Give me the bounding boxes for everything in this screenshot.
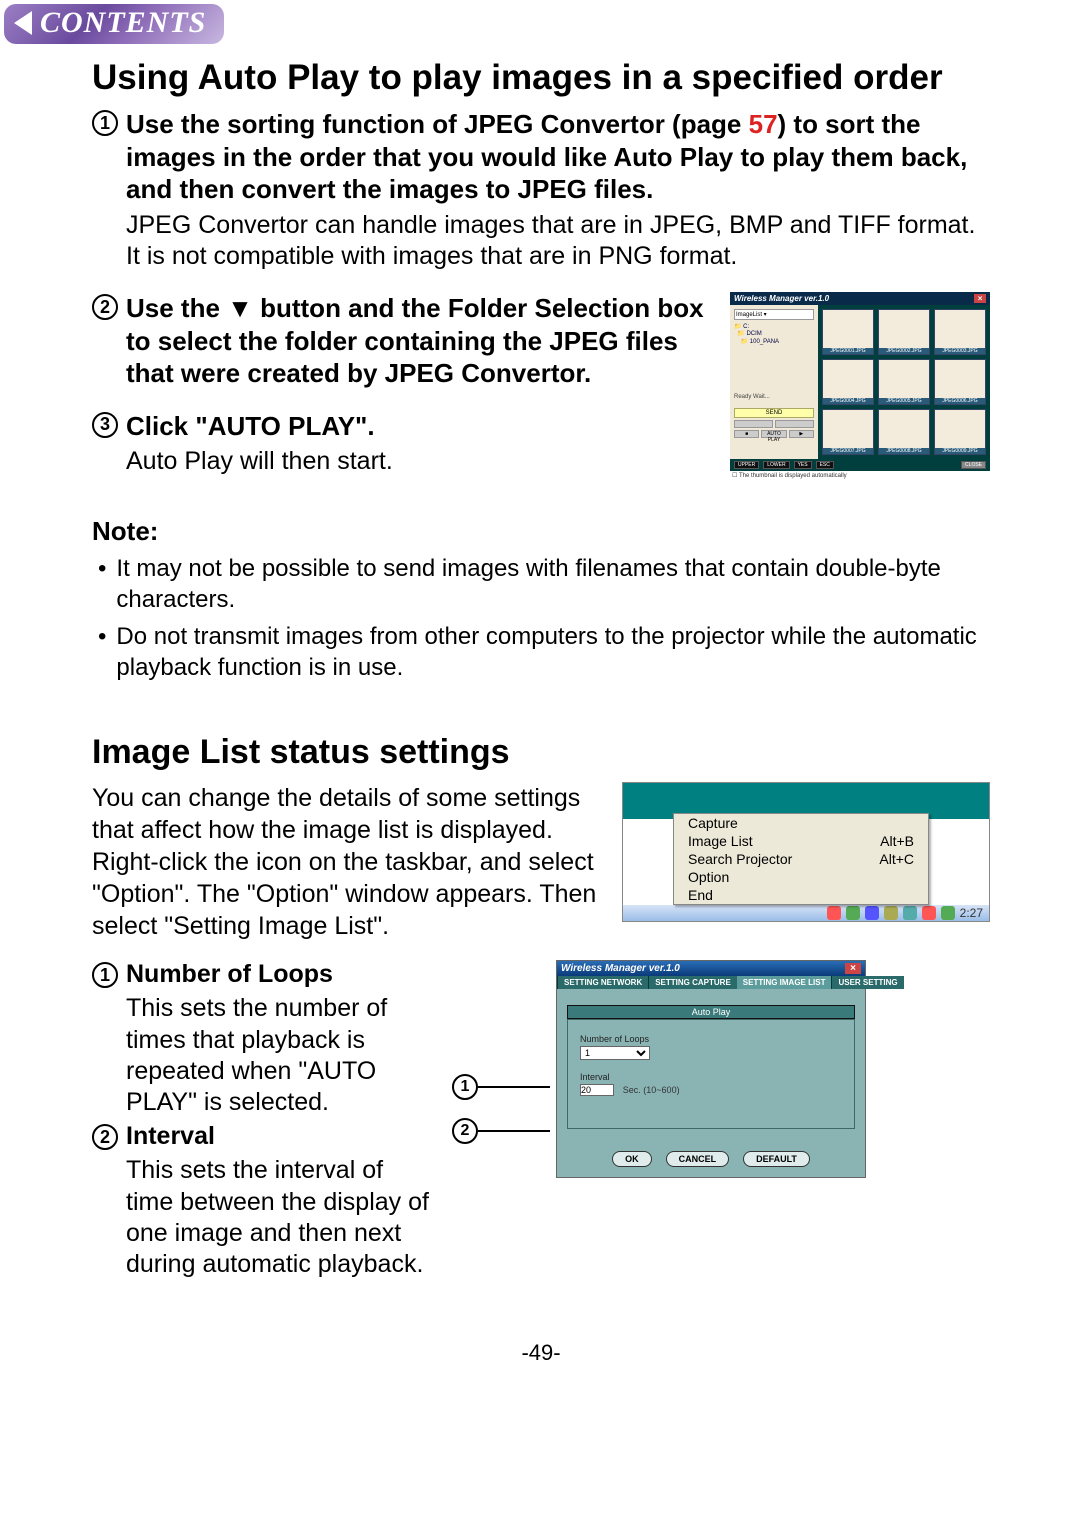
- shot1-yes-button[interactable]: YES: [794, 461, 812, 469]
- step-1-bold: Use the sorting function of JPEG Convert…: [126, 108, 990, 206]
- interval-input[interactable]: [580, 1084, 614, 1096]
- step-1-body: JPEG Convertor can handle images that ar…: [126, 210, 990, 273]
- heading-autoplay: Using Auto Play to play images in a spec…: [92, 58, 990, 98]
- shot3-tabs: SETTING NETWORK SETTING CAPTURE SETTING …: [557, 976, 865, 989]
- contents-banner[interactable]: CONTENTS: [4, 4, 224, 44]
- menu-option[interactable]: Option: [674, 868, 928, 886]
- shot1-closebtn[interactable]: CLOSE: [961, 461, 986, 469]
- callout-1: 1: [452, 1074, 478, 1100]
- note-2: Do not transmit images from other comput…: [116, 621, 990, 683]
- interval-label: Interval: [580, 1072, 842, 1082]
- step-3-body: Auto Play will then start.: [126, 446, 710, 477]
- step-1: 1 Use the sorting function of JPEG Conve…: [92, 108, 990, 272]
- taskbar-tray: 2:27: [623, 905, 989, 921]
- tray-clock: 2:27: [960, 906, 983, 920]
- sub-1: 1 Number of Loops This sets the number o…: [92, 960, 432, 1118]
- tray-icon[interactable]: [865, 906, 879, 920]
- shot1-thumbnail-grid: [818, 305, 990, 459]
- shot1-send-button[interactable]: SEND: [734, 408, 814, 418]
- step-3: 3 Click "AUTO PLAY". Auto Play will then…: [92, 410, 710, 478]
- contents-label: CONTENTS: [40, 6, 206, 40]
- shot1-play-button[interactable]: ▶: [789, 430, 814, 438]
- thumb[interactable]: [822, 409, 874, 455]
- sub-2-head: Interval: [126, 1122, 432, 1151]
- shot1-footnote: ☐ The thumbnail is displayed automatical…: [730, 471, 990, 480]
- sub-2: 2 Interval This sets the interval of tim…: [92, 1122, 432, 1280]
- screenshot-image-list: Wireless Manager ver.1.0 × ImageList ▾ 📁…: [730, 292, 990, 480]
- tray-icon[interactable]: [903, 906, 917, 920]
- thumb[interactable]: [878, 409, 930, 455]
- thumb[interactable]: [934, 409, 986, 455]
- tray-icon[interactable]: [884, 906, 898, 920]
- step-3-badge: 3: [92, 412, 118, 438]
- step-1-badge: 1: [92, 110, 118, 136]
- menu-search-projector[interactable]: Search ProjectorAlt+C: [674, 850, 928, 868]
- callout-lines: 1 2: [452, 1074, 550, 1144]
- callout-2: 2: [452, 1118, 478, 1144]
- default-button[interactable]: DEFAULT: [743, 1151, 810, 1167]
- loops-select[interactable]: 1: [580, 1046, 650, 1060]
- menu-end[interactable]: End: [674, 886, 928, 904]
- shot1-lower-button[interactable]: LOWER: [763, 461, 789, 469]
- thumb[interactable]: [822, 309, 874, 355]
- ok-button[interactable]: OK: [612, 1151, 652, 1167]
- step-2: 2 Use the ▼ button and the Folder Select…: [92, 292, 710, 390]
- shot1-title: Wireless Manager ver.1.0: [734, 294, 829, 303]
- menu-capture[interactable]: Capture: [674, 814, 928, 832]
- tray-icon[interactable]: [846, 906, 860, 920]
- tab-network[interactable]: SETTING NETWORK: [557, 976, 648, 989]
- thumb[interactable]: [878, 359, 930, 405]
- sub-1-body: This sets the number of times that playb…: [126, 993, 432, 1118]
- step-3-bold: Click "AUTO PLAY".: [126, 410, 710, 443]
- loops-label: Number of Loops: [580, 1034, 842, 1044]
- cancel-button[interactable]: CANCEL: [666, 1151, 730, 1167]
- shot1-stop-button[interactable]: ■: [734, 430, 759, 438]
- thumb[interactable]: [934, 359, 986, 405]
- shot1-upper-button[interactable]: UPPER: [734, 461, 759, 469]
- shot1-status: Ready Wait...: [734, 394, 814, 400]
- sub-1-head: Number of Loops: [126, 960, 432, 989]
- shot1-autoplay-button[interactable]: AUTO PLAY: [761, 430, 786, 438]
- thumb[interactable]: [878, 309, 930, 355]
- section-autoplay-bar: Auto Play: [567, 1005, 855, 1019]
- shot3-close-icon[interactable]: ×: [845, 963, 861, 974]
- tray-icon[interactable]: [827, 906, 841, 920]
- thumb[interactable]: [822, 359, 874, 405]
- screenshot-settings: Wireless Manager ver.1.0 × SETTING NETWO…: [556, 960, 866, 1178]
- tray-icon[interactable]: [922, 906, 936, 920]
- thumb[interactable]: [934, 309, 986, 355]
- note-list: It may not be possible to send images wi…: [96, 553, 990, 684]
- menu-imagelist[interactable]: Image ListAlt+B: [674, 832, 928, 850]
- tab-capture[interactable]: SETTING CAPTURE: [648, 976, 737, 989]
- tab-imagelist[interactable]: SETTING IMAGE LIST: [737, 976, 832, 989]
- sub-1-badge: 1: [92, 962, 118, 988]
- step-2-badge: 2: [92, 294, 118, 320]
- note-heading: Note:: [92, 516, 990, 547]
- shot1-folder-combo[interactable]: ImageList ▾: [734, 309, 814, 320]
- screenshot-context-menu: Capture Image ListAlt+B Search Projector…: [622, 782, 990, 922]
- back-triangle-icon: [14, 11, 32, 35]
- context-menu: Capture Image ListAlt+B Search Projector…: [673, 813, 929, 905]
- sub-2-body: This sets the interval of time between t…: [126, 1155, 432, 1280]
- shot1-esc-button[interactable]: ESC: [816, 461, 834, 469]
- shot1-folder-tree[interactable]: 📁 C: 📁 DCIM 📁 100_PANA: [734, 324, 814, 346]
- note-1: It may not be possible to send images wi…: [116, 553, 990, 615]
- shot3-title: Wireless Manager ver.1.0: [561, 963, 680, 974]
- sub-2-badge: 2: [92, 1124, 118, 1150]
- shot1-close-icon[interactable]: ×: [974, 294, 986, 303]
- step-2-bold: Use the ▼ button and the Folder Selectio…: [126, 292, 710, 390]
- tab-user[interactable]: USER SETTING: [831, 976, 903, 989]
- shot1-prev-next[interactable]: [734, 420, 814, 428]
- page-number: -49-: [92, 1340, 990, 1366]
- heading-imagelist-settings: Image List status settings: [92, 733, 990, 772]
- interval-hint: Sec. (10~600): [623, 1085, 680, 1095]
- tray-icon[interactable]: [941, 906, 955, 920]
- intro-paragraph: You can change the details of some setti…: [92, 782, 602, 942]
- page-ref-57[interactable]: 57: [749, 109, 778, 139]
